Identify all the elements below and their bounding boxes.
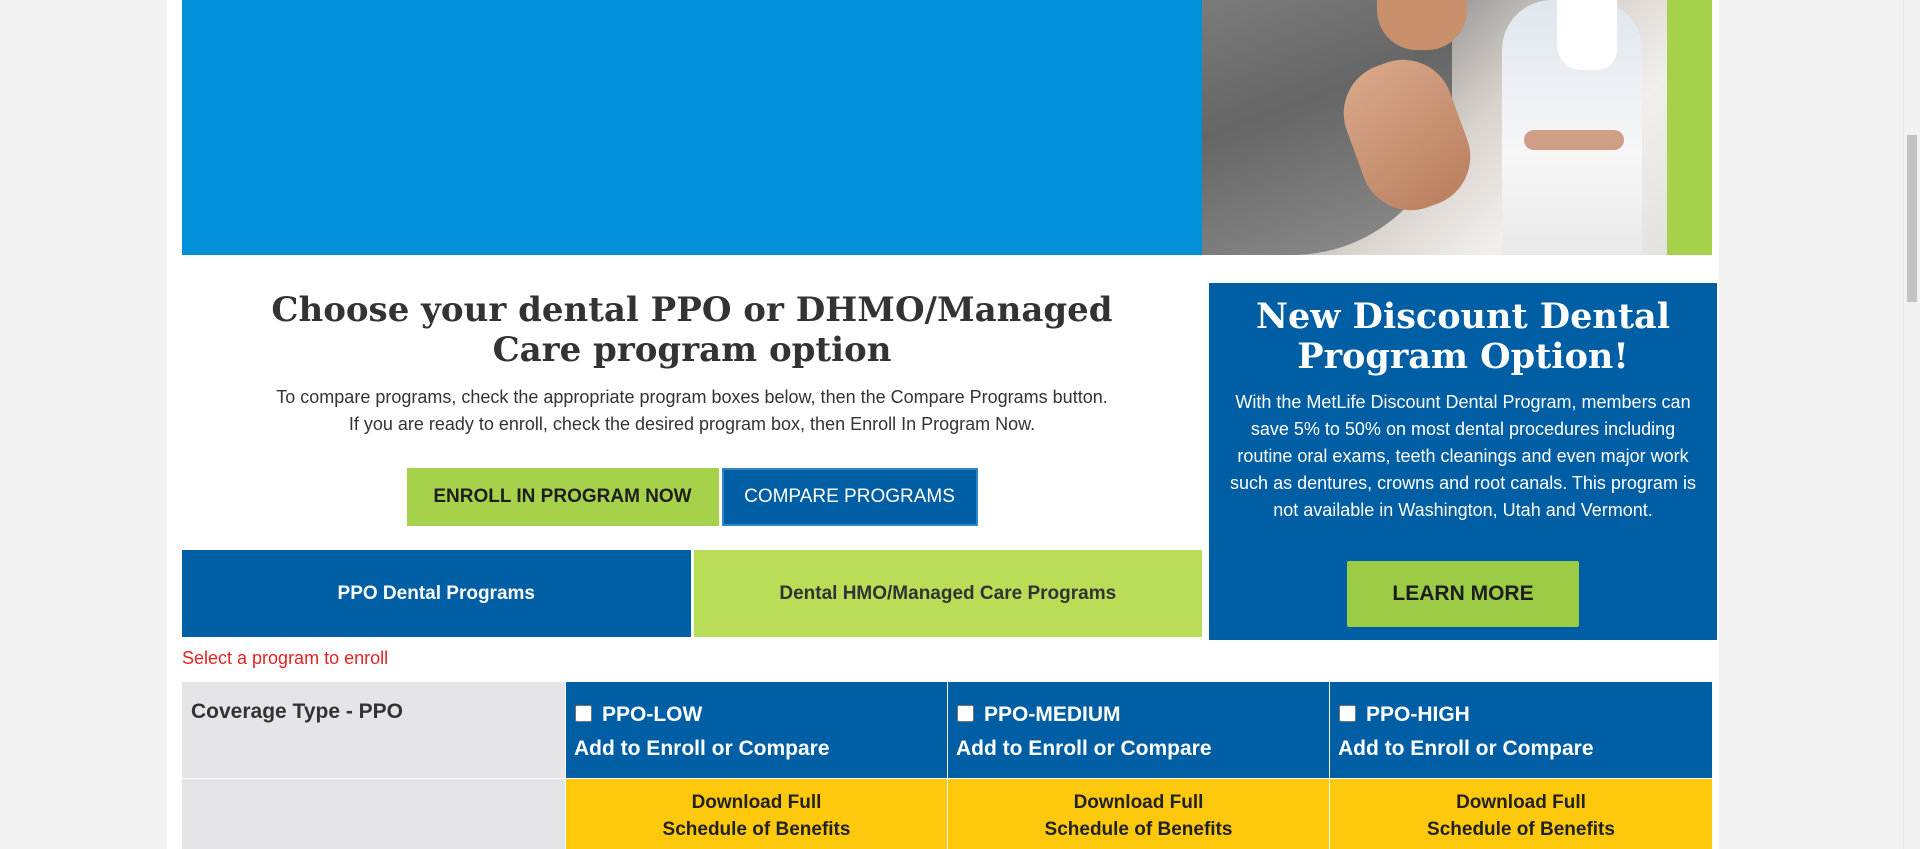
plan-checkbox-medium[interactable] [957,705,974,722]
download-line-2: Schedule of Benefits [1044,819,1233,840]
plan-checkbox-high[interactable] [1339,705,1356,722]
download-benefits-low[interactable]: Download Full Schedule of Benefits [566,779,948,849]
page-title: Choose your dental PPO or DHMO/Managed C… [271,290,1113,370]
download-benefits-medium[interactable]: Download Full Schedule of Benefits [948,779,1330,849]
intro-line-1: To compare programs, check the appropria… [276,387,1108,407]
scrollbar-thumb[interactable] [1907,135,1917,302]
plan-header-medium: PPO-MEDIUM Add to Enroll or Compare [948,682,1330,778]
hero-photo [1202,0,1667,255]
intro-text: To compare programs, check the appropria… [182,384,1202,438]
page-scrollbar[interactable] [1903,0,1920,849]
plan-action: Add to Enroll or Compare [574,737,830,760]
download-line-2: Schedule of Benefits [1427,819,1615,840]
discount-title: New Discount Dental Program Option! [1255,296,1671,377]
learn-more-button[interactable]: LEARN MORE [1347,561,1579,627]
download-benefits-high[interactable]: Download Full Schedule of Benefits [1330,779,1712,849]
row-label-blank [182,779,566,849]
tab-dhmo[interactable]: Dental HMO/Managed Care Programs [693,550,1202,637]
hero-blue-panel [182,0,1202,255]
plan-checkbox-low[interactable] [575,705,592,722]
plan-header-high: PPO-HIGH Add to Enroll or Compare [1330,682,1712,778]
select-program-message: Select a program to enroll [182,648,389,668]
row-label: Coverage Type - PPO [182,682,566,778]
intro-line-2: If you are ready to enroll, check the de… [348,414,1036,434]
plan-name: PPO-MEDIUM [984,703,1121,726]
table-row: Download Full Schedule of Benefits Downl… [182,778,1712,849]
discount-body: With the MetLife Discount Dental Program… [1230,392,1696,520]
plan-action: Add to Enroll or Compare [1338,737,1594,760]
compare-button[interactable]: COMPARE PROGRAMS [721,468,978,526]
plan-name: PPO-HIGH [1366,703,1470,726]
tab-ppo[interactable]: PPO Dental Programs [182,550,691,637]
download-line-2: Schedule of Benefits [662,819,851,840]
hero-green-strip [1667,0,1712,255]
program-tabs: PPO Dental Programs Dental HMO/Managed C… [182,550,1202,637]
download-line-1: Download Full [691,792,822,813]
download-line-1: Download Full [1073,792,1204,813]
coverage-table: Coverage Type - PPO PPO-LOW Add to Enrol… [182,682,1712,849]
intro-section: Choose your dental PPO or DHMO/Managed C… [182,290,1202,526]
action-buttons: ENROLL IN PROGRAM NOW COMPARE PROGRAMS [182,468,1202,526]
hero-banner [182,0,1712,255]
download-line-1: Download Full [1456,792,1586,813]
enroll-button[interactable]: ENROLL IN PROGRAM NOW [406,468,719,526]
plan-header-low: PPO-LOW Add to Enroll or Compare [566,682,948,778]
plan-action: Add to Enroll or Compare [956,737,1212,760]
page: Choose your dental PPO or DHMO/Managed C… [167,0,1719,849]
discount-panel: New Discount Dental Program Option! With… [1209,283,1717,640]
table-row: Coverage Type - PPO PPO-LOW Add to Enrol… [182,682,1712,778]
plan-name: PPO-LOW [602,703,703,726]
